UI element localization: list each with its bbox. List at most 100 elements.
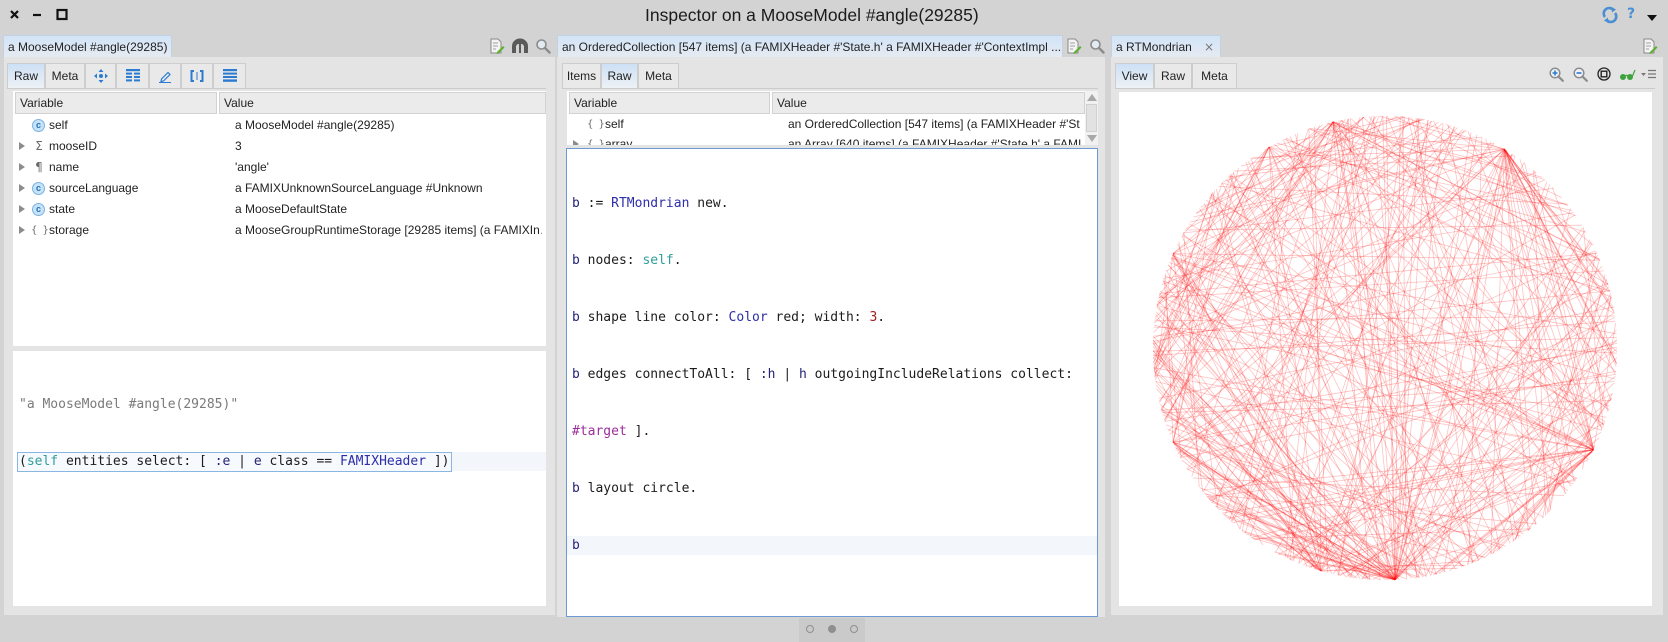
tab-lines[interactable] [213, 63, 246, 88]
zoom-out-button[interactable] [1573, 67, 1588, 85]
code-comment: "a MooseModel #angle(29285)" [19, 397, 239, 412]
panel-tab-rtmondrian[interactable]: a RTMondrian × [1111, 35, 1221, 58]
variable-value: a MooseDefaultState [235, 202, 348, 216]
braces-icon: { } [31, 225, 50, 236]
code-token: FAMIXHeader [339, 454, 427, 469]
search-icon [1090, 39, 1105, 54]
tab-move[interactable] [85, 63, 116, 88]
search-button[interactable] [535, 38, 551, 57]
pager-dot[interactable] [850, 625, 858, 633]
code-token: b [572, 481, 580, 496]
tab-raw[interactable]: Raw [7, 63, 45, 88]
code-token: :h [759, 367, 776, 382]
expand-arrow-icon[interactable] [19, 142, 25, 150]
variable-name: self [49, 118, 68, 132]
braces-icon: { } [587, 139, 606, 145]
tab-divider [1115, 88, 1655, 89]
code-token: red; width: [767, 310, 870, 325]
circle-layout-graph [1152, 115, 1618, 581]
column-header-variable[interactable]: Variable [569, 92, 770, 114]
code-line: b nodes: self. [567, 251, 1097, 270]
code-token: ]. [626, 424, 651, 439]
expand-arrow-icon[interactable] [19, 226, 25, 234]
expand-arrow-icon[interactable] [19, 163, 25, 171]
table-row[interactable]: Σ mooseID 3 [13, 136, 546, 157]
tab-items[interactable]: Items [562, 63, 601, 88]
code-token: := [579, 196, 612, 211]
mondrian-view-canvas[interactable] [1119, 92, 1652, 606]
tab-meta[interactable]: Meta [1192, 63, 1237, 88]
tab-meta[interactable]: Meta [45, 63, 85, 88]
inspect-view-button[interactable] [1619, 67, 1637, 84]
view-menu-button[interactable] [1641, 67, 1657, 84]
minimize-icon [33, 13, 41, 17]
table-scrollbar[interactable] [1085, 91, 1098, 145]
code-line: b [567, 536, 1097, 555]
code-line: (self entities select: [ :e | e class ==… [17, 452, 546, 472]
code-token: entities select: [ [58, 454, 215, 469]
code-token: | [775, 367, 799, 382]
tab-raw[interactable]: Raw [1154, 63, 1192, 88]
scroll-thumb[interactable] [1086, 104, 1097, 132]
scroll-down-icon[interactable] [1087, 135, 1097, 142]
code-line: b := RTMondrian new. [567, 194, 1097, 213]
braces-icon: { } [587, 119, 606, 130]
column-header-value[interactable]: Value [772, 92, 1085, 114]
code-token: self [26, 454, 59, 469]
maximize-window-button[interactable] [56, 5, 68, 31]
tab-raw[interactable]: Raw [601, 63, 638, 88]
tab-table[interactable] [116, 63, 149, 88]
evaluator-code-pane[interactable]: "a MooseModel #angle(29285)" (self entit… [13, 351, 546, 606]
panel-tab-moose-model[interactable]: a MooseModel #angle(29285) [3, 35, 172, 58]
search-button[interactable] [1089, 38, 1105, 57]
lines-icon [222, 69, 237, 82]
code-editor-pane[interactable]: b := RTMondrian new. b nodes: self. b sh… [566, 148, 1098, 617]
browse-edit-button[interactable] [1642, 38, 1658, 57]
selected-expression[interactable]: (self entities select: [ :e | e class ==… [17, 452, 452, 472]
minimize-window-button[interactable] [31, 5, 43, 31]
code-token: nodes: [579, 253, 643, 268]
table-row[interactable]: c self a MooseModel #angle(29285) [13, 115, 546, 136]
expand-arrow-icon[interactable] [19, 205, 25, 213]
refresh-button[interactable] [1601, 6, 1619, 27]
close-window-button[interactable] [9, 5, 21, 31]
pane-pager [799, 618, 865, 642]
moose-button[interactable] [511, 38, 529, 57]
tab-view[interactable]: View [1115, 63, 1154, 88]
variable-value: a MooseModel #angle(29285) [235, 118, 395, 132]
table-row[interactable]: { } array an Array [640 items] (a FAMIXH… [567, 134, 1085, 145]
column-header-variable[interactable]: Variable [15, 92, 217, 114]
class-icon: c [32, 182, 45, 195]
moose-icon [512, 38, 528, 53]
column-header-value[interactable]: Value [219, 92, 546, 114]
pager-dot-current[interactable] [828, 625, 836, 633]
table-row[interactable]: c state a MooseDefaultState [13, 199, 546, 220]
browse-edit-button[interactable] [1066, 38, 1082, 57]
panel-tab-ordered-collection[interactable]: an OrderedCollection [547 items] (a FAMI… [557, 35, 1063, 58]
graph-edge [1173, 444, 1358, 579]
zoom-in-button[interactable] [1549, 67, 1564, 85]
fit-view-button[interactable] [1597, 67, 1611, 84]
close-tab-button[interactable]: × [1204, 36, 1214, 58]
search-icon [536, 39, 551, 54]
pager-dot[interactable] [806, 625, 814, 633]
expand-arrow-icon[interactable] [573, 140, 579, 145]
table-row[interactable]: c sourceLanguage a FAMIXUnknownSourceLan… [13, 178, 546, 199]
code-token: ( [19, 454, 27, 469]
browse-edit-button[interactable] [489, 38, 505, 57]
scroll-up-icon[interactable] [1087, 94, 1097, 101]
help-button[interactable]: ? [1627, 4, 1635, 24]
table-row[interactable]: { } self an OrderedCollection [547 items… [567, 114, 1085, 135]
tab-meta[interactable]: Meta [638, 63, 679, 88]
variable-value: 3 [235, 139, 242, 153]
table-row[interactable]: ¶ name 'angle' [13, 157, 546, 178]
tab-divider [7, 88, 546, 89]
variables-table: Variable Value { } self an OrderedCollec… [567, 91, 1085, 145]
tab-brackets[interactable] [181, 63, 213, 88]
tab-pen[interactable] [149, 63, 181, 88]
variable-value: an Array [640 items] (a FAMIXHeader #'St… [788, 137, 1081, 145]
window-menu-button[interactable] [1647, 11, 1657, 25]
code-token: b [572, 196, 580, 211]
table-row[interactable]: { } storage a MooseGroupRuntimeStorage [… [13, 220, 546, 241]
expand-arrow-icon[interactable] [19, 184, 25, 192]
